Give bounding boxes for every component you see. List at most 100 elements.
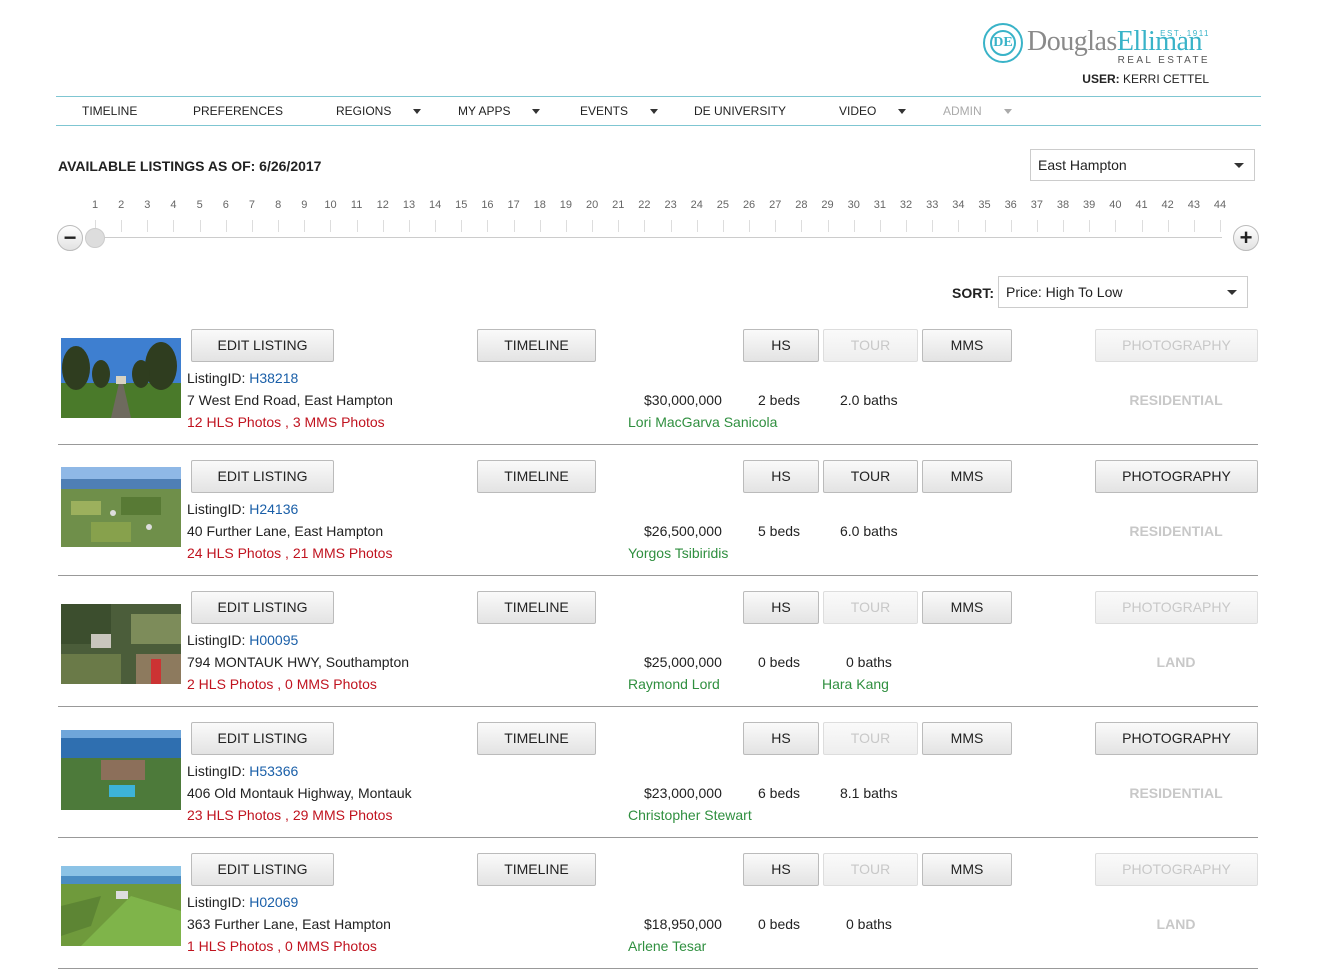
slider-tick-label: 9 (301, 199, 308, 211)
slider-tick-mark (147, 220, 148, 232)
nav-item-preferences[interactable]: PREFERENCES (193, 97, 283, 125)
tour-button[interactable]: TOUR (823, 591, 918, 624)
nav-item-timeline[interactable]: TIMELINE (82, 97, 137, 125)
timeline-button[interactable]: TIMELINE (477, 460, 596, 493)
slider-tick-mark (592, 220, 593, 232)
listing-thumbnail[interactable] (61, 338, 181, 418)
photography-button[interactable]: PHOTOGRAPHY (1095, 329, 1258, 362)
listing-thumbnail[interactable] (61, 604, 181, 684)
logo-tagline: REAL ESTATE (1117, 55, 1210, 66)
mms-button[interactable]: MMS (922, 329, 1012, 362)
listing-agent[interactable]: Raymond Lord (628, 676, 720, 692)
nav-item-regions[interactable]: REGIONS (336, 97, 422, 125)
listing-address: 40 Further Lane, East Hampton (187, 523, 384, 539)
slider-tick-mark (540, 220, 541, 232)
listing-row: EDIT LISTING TIMELINE HS TOUR MMS PHOTOGRAPHY… (58, 575, 1258, 707)
slider-tick-label: 20 (585, 199, 599, 211)
plus-icon: + (1239, 225, 1253, 250)
slider-tick-label: 2 (118, 199, 125, 211)
listing-id: ListingID: H24136 (187, 501, 298, 517)
slider-track[interactable] (95, 237, 1222, 238)
chevron-down-icon (1234, 163, 1244, 168)
listing-id-label: ListingID: (187, 894, 246, 910)
edit-listing-button[interactable]: EDIT LISTING (191, 329, 334, 362)
slider-tick-label: 34 (952, 199, 965, 211)
photography-button[interactable]: PHOTOGRAPHY (1095, 853, 1258, 886)
listing-agent[interactable]: Lori MacGarva Sanicola (628, 414, 777, 430)
tour-button[interactable]: TOUR (823, 853, 918, 886)
slider-tick-mark (1037, 220, 1038, 232)
mms-button[interactable]: MMS (922, 460, 1012, 493)
timeline-button[interactable]: TIMELINE (477, 853, 596, 886)
region-select[interactable]: East Hampton (1030, 149, 1255, 181)
listing-id-link[interactable]: H00095 (249, 632, 298, 648)
photography-button[interactable]: PHOTOGRAPHY (1095, 722, 1258, 755)
hs-button[interactable]: HS (743, 853, 819, 886)
nav-item-de-university[interactable]: DE UNIVERSITY (694, 97, 786, 125)
logo-est: EST. 1911 (1160, 29, 1210, 38)
slider-tick-label: 31 (873, 199, 886, 211)
listing-agent[interactable]: Arlene Tesar (628, 938, 706, 954)
tour-button[interactable]: TOUR (823, 329, 918, 362)
slider-tick-label: 7 (248, 199, 256, 211)
mms-button[interactable]: MMS (922, 722, 1012, 755)
slider-handle[interactable] (85, 228, 105, 248)
caret-down-icon (650, 109, 659, 115)
photography-button[interactable]: PHOTOGRAPHY (1095, 460, 1258, 493)
nav-item-video[interactable]: VIDEO (839, 97, 907, 125)
listing-id-link[interactable]: H38218 (249, 370, 298, 386)
listing-beds: 0 beds (758, 916, 801, 932)
mms-button[interactable]: MMS (922, 853, 1012, 886)
listing-thumbnail[interactable] (61, 730, 181, 810)
hs-button[interactable]: HS (743, 591, 819, 624)
listing-id-label: ListingID: (187, 501, 246, 517)
edit-listing-button[interactable]: EDIT LISTING (191, 853, 334, 886)
tour-button[interactable]: TOUR (823, 722, 918, 755)
listing-baths: 0 baths (846, 654, 892, 670)
nav-item-admin[interactable]: ADMIN (943, 97, 1012, 125)
listing-row: EDIT LISTING TIMELINE HS TOUR MMS PHOTOGRAPHY… (58, 313, 1258, 445)
listing-id-label: ListingID: (187, 632, 246, 648)
listing-id-label: ListingID: (187, 763, 246, 779)
listing-agent[interactable]: Christopher Stewart (628, 807, 752, 823)
nav-item-events[interactable]: EVENTS (580, 97, 659, 125)
nav-item-label: ADMIN (943, 104, 982, 118)
timeline-button[interactable]: TIMELINE (477, 329, 596, 362)
listing-id-link[interactable]: H53366 (249, 763, 298, 779)
slider-tick-label: 21 (612, 199, 625, 211)
listing-co-agent[interactable]: Hara Kang (822, 676, 889, 692)
listing-id-link[interactable]: H24136 (249, 501, 298, 517)
available-listings-heading: AVAILABLE LISTINGS AS OF: 6/26/2017 (58, 158, 322, 174)
mms-button[interactable]: MMS (922, 591, 1012, 624)
douglas-elliman-logo[interactable]: DE DouglasElliman EST. 1911 REAL ESTATE (983, 22, 1213, 70)
tour-button[interactable]: TOUR (823, 460, 918, 493)
listing-thumbnail[interactable] (61, 467, 181, 547)
nav-item-label: TIMELINE (82, 104, 138, 118)
timeline-button[interactable]: TIMELINE (477, 591, 596, 624)
chevron-down-icon (1227, 290, 1237, 295)
slider-tick-mark (383, 220, 384, 232)
nav-item-my-apps[interactable]: MY APPS (458, 97, 541, 125)
timeline-button[interactable]: TIMELINE (477, 722, 596, 755)
hs-button[interactable]: HS (743, 722, 819, 755)
edit-listing-button[interactable]: EDIT LISTING (191, 460, 334, 493)
listing-thumbnail[interactable] (61, 866, 181, 946)
slider-tick-label: 18 (533, 199, 546, 211)
edit-listing-button[interactable]: EDIT LISTING (191, 722, 334, 755)
slider-tick-label: 17 (507, 199, 520, 211)
slider-tick-label: 42 (1161, 199, 1174, 211)
hs-button[interactable]: HS (743, 329, 819, 362)
slider-tick-label: 6 (222, 199, 229, 211)
slider-tick-label: 40 (1109, 199, 1122, 211)
listing-row: EDIT LISTING TIMELINE HS TOUR MMS PHOTOGRAPHY… (58, 837, 1258, 969)
listing-id-link[interactable]: H02069 (249, 894, 298, 910)
photography-button[interactable]: PHOTOGRAPHY (1095, 591, 1258, 624)
sort-select[interactable]: Price: High To Low (998, 276, 1248, 308)
plus-button[interactable]: + (1233, 225, 1259, 251)
hs-button[interactable]: HS (743, 460, 819, 493)
listing-row: EDIT LISTING TIMELINE HS TOUR MMS PHOTOGRAPHY… (58, 706, 1258, 838)
listing-agent[interactable]: Yorgos Tsibiridis (628, 545, 728, 561)
edit-listing-button[interactable]: EDIT LISTING (191, 591, 334, 624)
minus-button[interactable]: − (57, 225, 83, 251)
slider-tick-mark (357, 220, 358, 232)
